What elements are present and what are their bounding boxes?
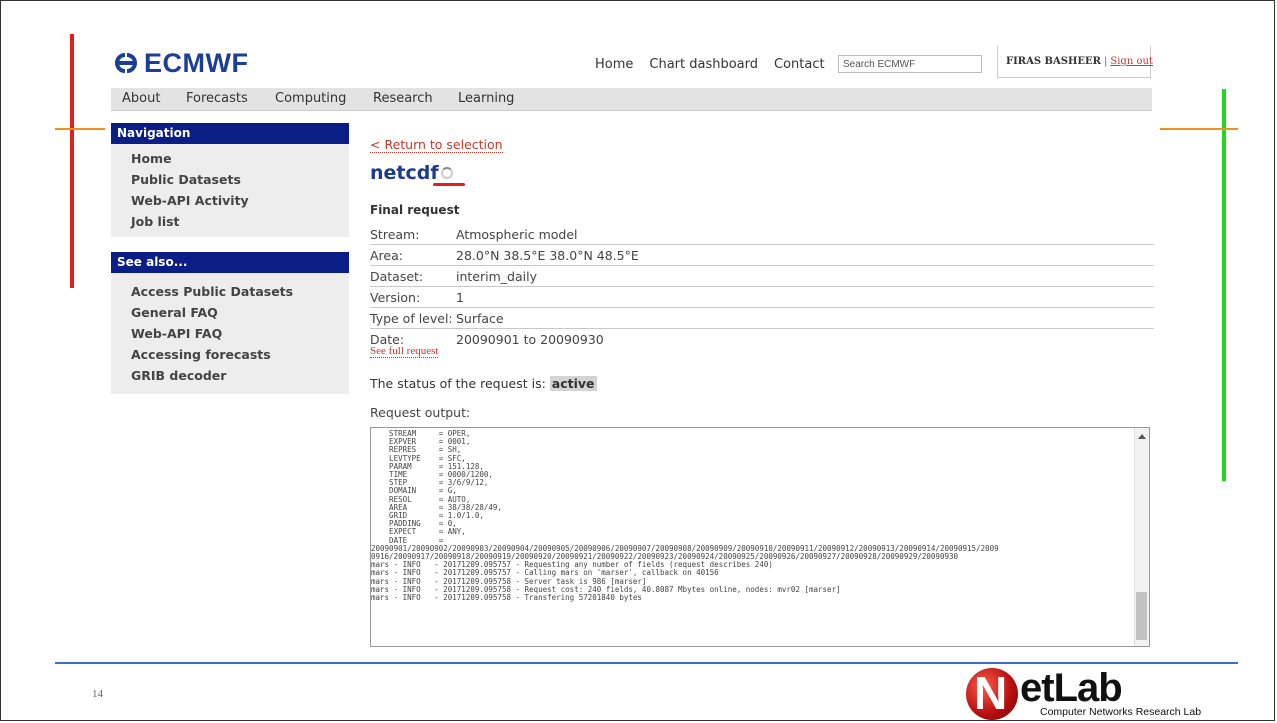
page-title: netcdf bbox=[370, 162, 439, 184]
sidebar-navigation-title: Navigation bbox=[111, 123, 349, 144]
annotation-red-bar bbox=[70, 34, 74, 288]
user-box: FIRAS BASHEER | Sign out bbox=[997, 46, 1153, 78]
row-key: Area: bbox=[370, 248, 403, 263]
final-request-heading: Final request bbox=[370, 203, 460, 217]
sidebar-item-grib-decoder[interactable]: GRIB decoder bbox=[111, 365, 349, 386]
sidebar-item-access-public-datasets[interactable]: Access Public Datasets bbox=[111, 281, 349, 302]
row-key: Type of level: bbox=[370, 311, 453, 326]
table-row: Date: 20090901 to 20090930 bbox=[370, 329, 1154, 349]
table-row: Area: 28.0°N 38.5°E 38.0°N 48.5°E bbox=[370, 245, 1154, 266]
table-row: Stream: Atmospheric model bbox=[370, 224, 1154, 245]
scroll-thumb[interactable] bbox=[1136, 592, 1147, 640]
top-nav-contact[interactable]: Contact bbox=[774, 57, 825, 72]
row-value: 1 bbox=[456, 290, 464, 305]
ecmwf-logo[interactable]: ECMWF bbox=[111, 47, 248, 79]
row-key: Stream: bbox=[370, 227, 420, 242]
request-table: Stream: Atmospheric model Area: 28.0°N 3… bbox=[370, 224, 1154, 349]
status-label: The status of the request is: bbox=[370, 376, 546, 391]
top-nav-home[interactable]: Home bbox=[595, 57, 633, 72]
output-scrollbar[interactable] bbox=[1134, 428, 1149, 646]
return-to-selection-link[interactable]: < Return to selection bbox=[370, 137, 503, 153]
netlab-logo-letter: N bbox=[974, 667, 1008, 719]
ecmwf-logo-icon bbox=[115, 53, 137, 73]
sidebar-item-job-list[interactable]: Job list bbox=[111, 211, 349, 232]
see-full-request-link[interactable]: See full request bbox=[370, 345, 439, 358]
sidebar-item-home[interactable]: Home bbox=[111, 148, 349, 169]
sidebar-item-accessing-forecasts[interactable]: Accessing forecasts bbox=[111, 344, 349, 365]
sidebar-item-web-api-activity[interactable]: Web-API Activity bbox=[111, 190, 349, 211]
search-input[interactable]: Search ECMWF bbox=[838, 55, 982, 73]
table-row: Type of level: Surface bbox=[370, 308, 1154, 329]
status-badge: active bbox=[549, 376, 597, 391]
request-status: The status of the request is: active bbox=[370, 376, 597, 391]
row-value: 20090901 to 20090930 bbox=[456, 332, 604, 347]
logo-text: ECMWF bbox=[144, 47, 249, 78]
main-nav-about[interactable]: About bbox=[122, 91, 160, 106]
request-output-box[interactable]: STREAM = OPER, EXPVER = 0001, REPRES = S… bbox=[370, 427, 1150, 647]
sign-out-link[interactable]: Sign out bbox=[1110, 56, 1153, 67]
annotation-red-underline bbox=[433, 183, 465, 186]
sidebar-navigation: Navigation Home Public Datasets Web-API … bbox=[111, 123, 349, 237]
row-value: Atmospheric model bbox=[456, 227, 578, 242]
user-separator: | bbox=[1104, 56, 1108, 67]
sidebar-see-also-title: See also... bbox=[111, 252, 349, 273]
main-nav-forecasts[interactable]: Forecasts bbox=[186, 91, 248, 106]
table-row: Version: 1 bbox=[370, 287, 1154, 308]
sidebar-item-web-api-faq[interactable]: Web-API FAQ bbox=[111, 323, 349, 344]
annotation-orange-line-left bbox=[55, 128, 105, 130]
scroll-up-arrow-icon[interactable] bbox=[1138, 434, 1146, 439]
netlab-logo: N etLab Computer Networks Research Lab bbox=[966, 664, 1276, 720]
main-nav-learning[interactable]: Learning bbox=[458, 91, 514, 106]
sidebar-item-general-faq[interactable]: General FAQ bbox=[111, 302, 349, 323]
netlab-logo-word: etLab bbox=[1020, 666, 1123, 710]
annotation-orange-line-right bbox=[1160, 128, 1238, 130]
request-output-text: STREAM = OPER, EXPVER = 0001, REPRES = S… bbox=[371, 429, 999, 603]
row-value: 28.0°N 38.5°E 38.0°N 48.5°E bbox=[456, 248, 639, 263]
request-output-label: Request output: bbox=[370, 405, 471, 420]
main-nav: About Forecasts Computing Research Learn… bbox=[111, 88, 1152, 111]
row-key: Dataset: bbox=[370, 269, 424, 284]
sidebar-see-also: See also... Access Public Datasets Gener… bbox=[111, 252, 349, 394]
netlab-logo-subtitle: Computer Networks Research Lab bbox=[1040, 706, 1202, 718]
slide-page-number: 14 bbox=[92, 688, 103, 700]
row-key: Version: bbox=[370, 290, 421, 305]
sidebar-item-public-datasets[interactable]: Public Datasets bbox=[111, 169, 349, 190]
table-row: Dataset: interim_daily bbox=[370, 266, 1154, 287]
top-nav: Home Chart dashboard Contact bbox=[595, 57, 841, 72]
top-nav-chart-dashboard[interactable]: Chart dashboard bbox=[649, 57, 758, 72]
row-value: interim_daily bbox=[456, 269, 537, 284]
user-name: FIRAS BASHEER bbox=[1006, 56, 1101, 67]
row-value: Surface bbox=[456, 311, 504, 326]
loading-spinner-icon bbox=[441, 167, 453, 179]
main-nav-research[interactable]: Research bbox=[373, 91, 433, 106]
annotation-green-bar bbox=[1222, 89, 1226, 481]
main-nav-computing[interactable]: Computing bbox=[275, 91, 346, 106]
